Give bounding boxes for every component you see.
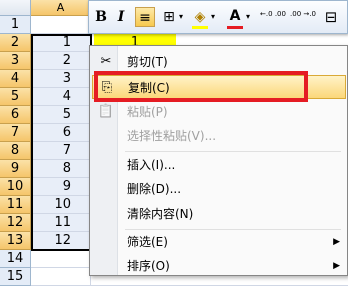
menu-item-clear-contents-label: 清除内容(N) [127, 207, 194, 221]
menu-item-insert[interactable]: 插入(I)... [92, 153, 346, 177]
clipboard-icon: 📋 [97, 104, 115, 119]
row-header-2[interactable]: 2 [0, 34, 31, 52]
row-header-4[interactable]: 4 [0, 70, 31, 88]
borders-button[interactable]: ⊞ [161, 5, 177, 29]
row-header-10[interactable]: 10 [0, 178, 31, 196]
scissors-icon: ✂ [100, 54, 112, 69]
select-all-corner[interactable] [0, 0, 31, 16]
menu-item-delete[interactable]: 删除(D)... [92, 177, 346, 201]
cell-a15[interactable] [31, 268, 91, 286]
font-color-dropdown-arrow[interactable]: ▾ [244, 5, 252, 29]
row-header-15[interactable]: 15 [0, 268, 31, 286]
menu-item-insert-label: 插入(I)... [127, 158, 176, 172]
bold-button[interactable]: B [93, 5, 109, 29]
row-header-3[interactable]: 3 [0, 52, 31, 70]
row-header-12[interactable]: 12 [0, 214, 31, 232]
align-center-button[interactable]: ≡ [135, 7, 155, 27]
row-header-5[interactable]: 5 [0, 88, 31, 106]
row-header-13[interactable]: 13 [0, 232, 31, 250]
row-header-6[interactable]: 6 [0, 106, 31, 124]
menu-separator [125, 151, 341, 152]
row-header-8[interactable]: 8 [0, 142, 31, 160]
menu-item-paste[interactable]: 📋 粘贴(P) [92, 100, 346, 124]
submenu-arrow-icon: ▶ [333, 261, 340, 271]
menu-item-sort-label: 排序(O) [127, 259, 170, 273]
highlight-annotation-box [94, 71, 308, 102]
decrease-decimal-button[interactable]: .00 →.0 [289, 9, 317, 27]
fill-color-swatch [192, 26, 208, 29]
selection-range-border [31, 34, 92, 251]
row-header-9[interactable]: 9 [0, 160, 31, 178]
cell-a1[interactable] [31, 16, 91, 34]
menu-item-paste-special-label: 选择性粘贴(V)... [127, 129, 217, 143]
menu-item-clear-contents[interactable]: 清除内容(N) [92, 202, 346, 226]
font-color-swatch [227, 26, 243, 29]
row-header-14[interactable]: 14 [0, 250, 31, 268]
increase-decimal-button[interactable]: ←.0 .00 [259, 9, 287, 27]
italic-button[interactable]: I [113, 5, 129, 29]
column-header-a[interactable]: A [31, 0, 91, 16]
format-painter-icon[interactable]: ⊟ [321, 5, 341, 29]
menu-item-filter-label: 筛选(E) [127, 235, 168, 249]
row-header-7[interactable]: 7 [0, 124, 31, 142]
mini-toolbar: B I ≡ ⊞ ▾ ◈ ▾ A ▾ ←.0 .00 .00 →.0 ⊟ [88, 0, 348, 34]
submenu-arrow-icon: ▶ [333, 237, 340, 247]
borders-dropdown-arrow[interactable]: ▾ [177, 5, 185, 29]
menu-item-filter[interactable]: 筛选(E) ▶ [92, 230, 346, 254]
cell-a14[interactable] [31, 250, 91, 268]
row-header-11[interactable]: 11 [0, 196, 31, 214]
menu-item-paste-label: 粘贴(P) [127, 105, 168, 119]
menu-item-delete-label: 删除(D)... [127, 182, 182, 196]
menu-item-sort[interactable]: 排序(O) ▶ [92, 254, 346, 278]
fill-color-dropdown-arrow[interactable]: ▾ [209, 5, 217, 29]
row-header-1[interactable]: 1 [0, 16, 31, 34]
menu-item-paste-special[interactable]: 选择性粘贴(V)... [92, 124, 346, 148]
